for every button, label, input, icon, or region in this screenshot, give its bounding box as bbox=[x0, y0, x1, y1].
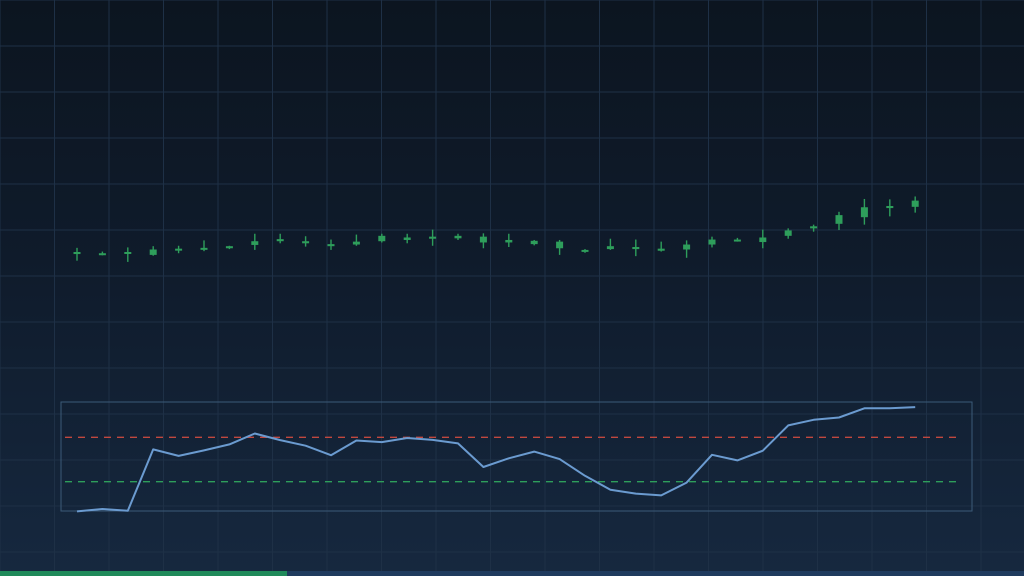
candle-body bbox=[175, 248, 183, 251]
candle-body bbox=[835, 215, 843, 224]
candle-body bbox=[276, 239, 284, 242]
candle-body bbox=[124, 251, 132, 254]
candle-body bbox=[581, 249, 589, 252]
candle-body bbox=[403, 237, 411, 240]
candle-body bbox=[200, 247, 208, 250]
progress-fill bbox=[0, 571, 287, 576]
candle-body bbox=[378, 235, 386, 242]
candle-body bbox=[98, 253, 106, 256]
candle-body bbox=[251, 241, 259, 245]
candlestick-series bbox=[73, 196, 919, 262]
progress-bar bbox=[0, 571, 1024, 576]
candle-body bbox=[708, 239, 716, 245]
candle-body bbox=[810, 226, 818, 229]
chart-grid bbox=[0, 0, 1024, 576]
candle-body bbox=[530, 240, 538, 245]
candle-body bbox=[149, 249, 157, 255]
candle-body bbox=[505, 239, 513, 243]
candle-body bbox=[454, 235, 462, 239]
candle-body bbox=[860, 207, 868, 218]
candle-body bbox=[911, 200, 919, 207]
candle-body bbox=[302, 241, 310, 244]
oscillator-panel bbox=[60, 401, 973, 513]
chart-stage bbox=[0, 0, 1024, 576]
candle-body bbox=[429, 236, 437, 239]
candle-body bbox=[632, 247, 640, 250]
candle-body bbox=[225, 246, 233, 249]
price-chart bbox=[0, 0, 1024, 576]
candle-body bbox=[784, 230, 792, 236]
candle-body bbox=[733, 239, 741, 242]
candle-body bbox=[479, 236, 487, 243]
candle-body bbox=[759, 237, 767, 243]
candle-body bbox=[606, 246, 614, 250]
candle-body bbox=[352, 241, 360, 245]
candle-body bbox=[73, 251, 81, 255]
candle-body bbox=[683, 244, 691, 250]
candle-body bbox=[657, 248, 665, 251]
candle-body bbox=[556, 241, 564, 249]
candle-body bbox=[886, 206, 894, 209]
oscillator-line bbox=[76, 406, 916, 513]
candle-body bbox=[327, 244, 335, 247]
